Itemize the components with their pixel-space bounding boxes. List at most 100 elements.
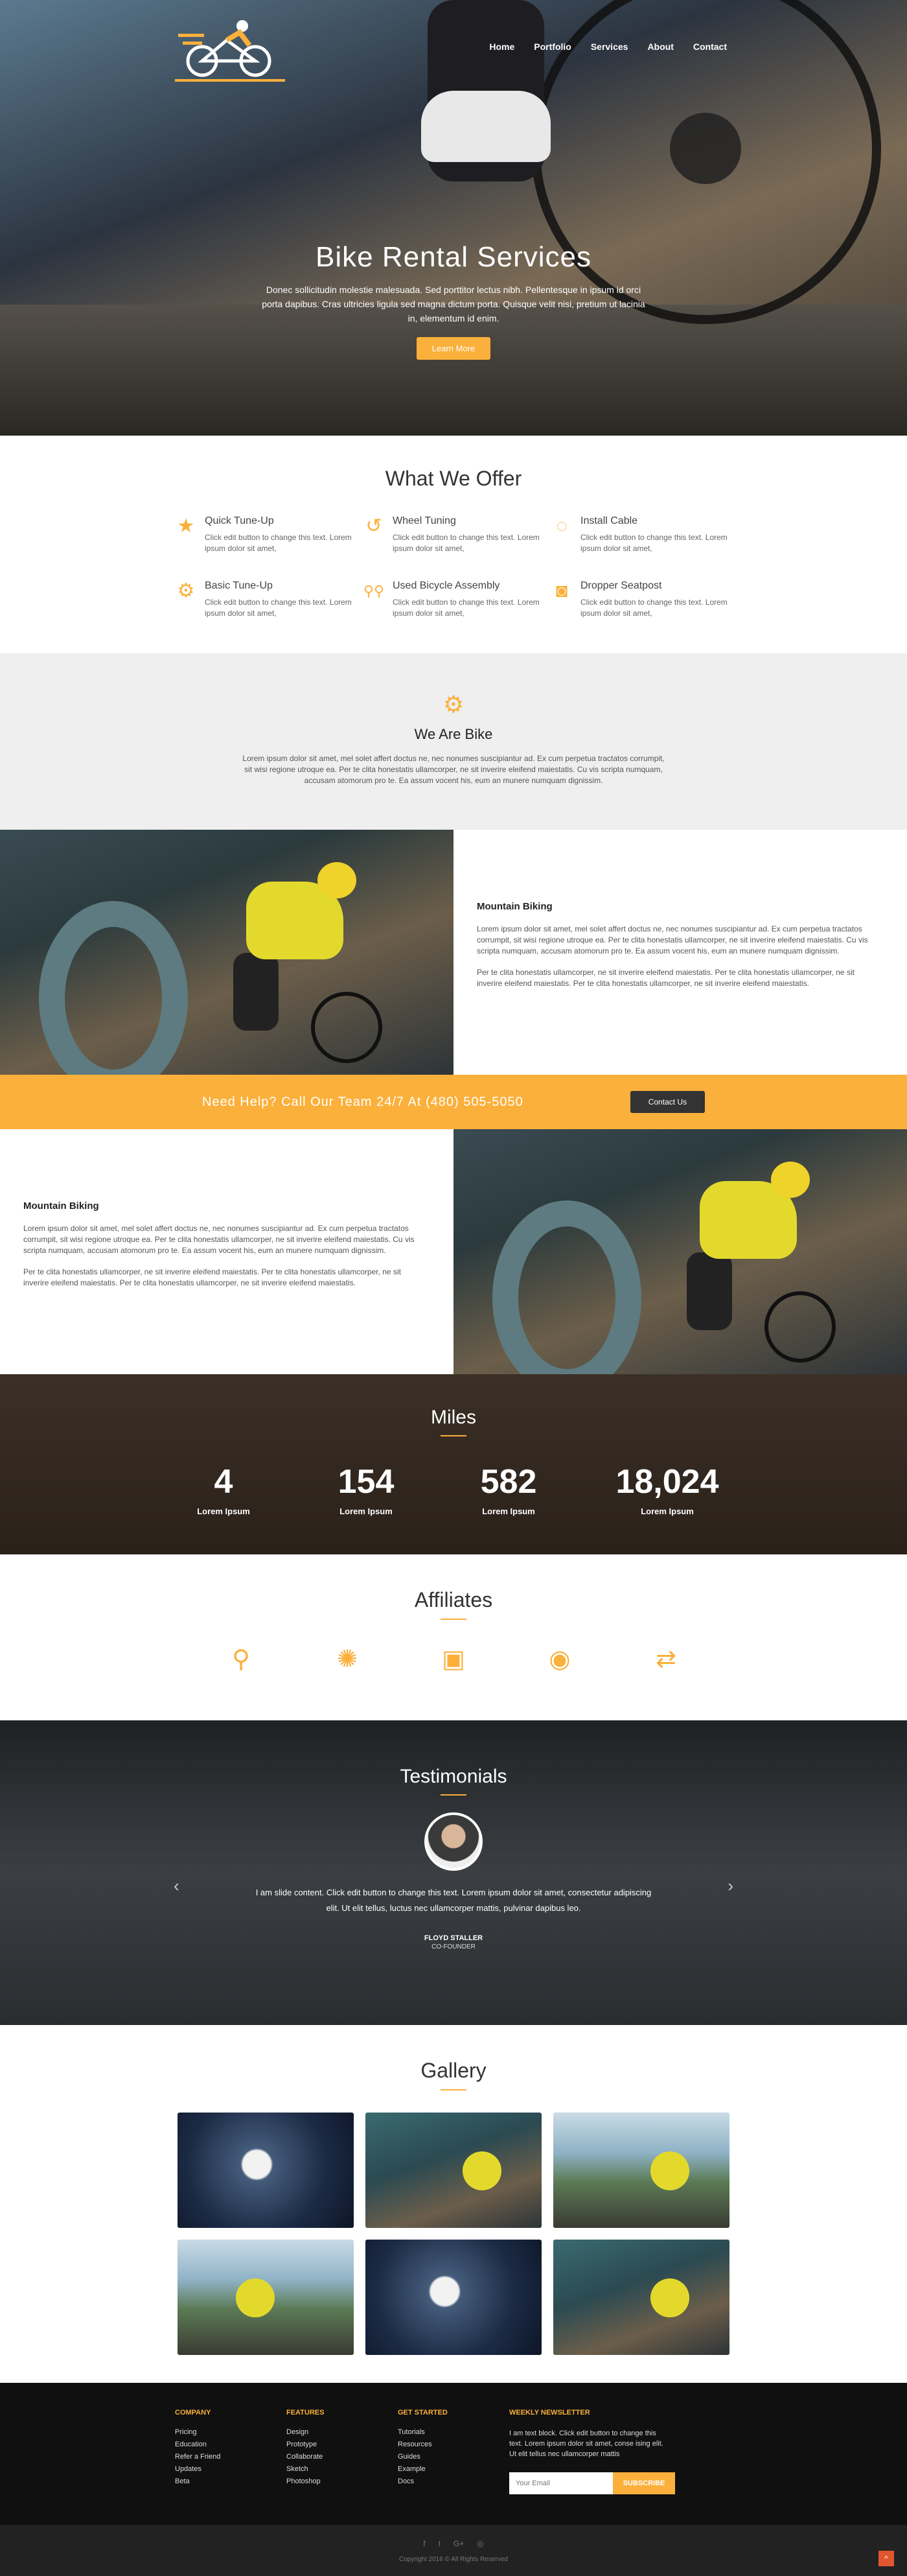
stat-item: 154 Lorem Ipsum bbox=[327, 1462, 405, 1516]
footer-columns: COMPANY Pricing Education Refer a Friend… bbox=[175, 2409, 732, 2494]
offer-item-title: Quick Tune-Up bbox=[205, 515, 274, 526]
gallery-image[interactable] bbox=[553, 2240, 729, 2355]
stat-label: Lorem Ipsum bbox=[482, 1506, 535, 1516]
footer-column-company: COMPANY Pricing Education Refer a Friend… bbox=[175, 2409, 286, 2494]
gallery-image[interactable] bbox=[178, 2240, 354, 2355]
signpost-icon[interactable]: ⇄ bbox=[645, 1645, 687, 1674]
prev-arrow-icon[interactable]: ‹ bbox=[174, 1876, 179, 1896]
affiliates-title: Affiliates bbox=[414, 1588, 493, 1611]
contact-us-button[interactable]: Contact Us bbox=[630, 1091, 706, 1113]
we-are-bike-text: Lorem ipsum dolor sit amet, mel solet af… bbox=[242, 754, 665, 785]
gallery-image[interactable] bbox=[365, 2240, 542, 2355]
rider-legs bbox=[233, 953, 279, 1031]
bicycle-icon[interactable]: ⚲ bbox=[220, 1645, 262, 1674]
nav-services[interactable]: Services bbox=[591, 41, 628, 52]
offer-grid: ★ Quick Tune-Up Click edit button to chan… bbox=[175, 515, 732, 619]
next-arrow-icon[interactable]: › bbox=[728, 1876, 733, 1896]
scroll-top-icon[interactable]: ^ bbox=[878, 2551, 894, 2566]
social-links: f t G+ ◎ bbox=[0, 2539, 907, 2548]
mountain-biking-text-1: Mountain Biking Lorem ipsum dolor sit am… bbox=[454, 830, 907, 1075]
footer-heading: WEEKLY NEWSLETTER bbox=[509, 2409, 590, 2417]
main-menu: Home Portfolio Services About Contact bbox=[489, 41, 727, 52]
nav-home[interactable]: Home bbox=[489, 41, 514, 52]
miles-title: Miles bbox=[430, 1407, 476, 1428]
split-paragraph: Per te clita honestatis ullamcorper, ne … bbox=[23, 1267, 401, 1287]
logo-cyclist-icon[interactable] bbox=[175, 14, 285, 86]
footer-link[interactable]: Tutorials bbox=[398, 2428, 509, 2436]
help-bar: Need Help? Call Our Team 24/7 At (480) 5… bbox=[0, 1075, 907, 1129]
nav-contact[interactable]: Contact bbox=[693, 41, 727, 52]
avatar bbox=[424, 1812, 483, 1871]
gallery-grid bbox=[178, 2113, 729, 2355]
we-are-bike-section: ⚙ We Are Bike Lorem ipsum dolor sit amet… bbox=[0, 653, 907, 830]
nav-about[interactable]: About bbox=[647, 41, 673, 52]
footer-link[interactable]: Example bbox=[398, 2465, 509, 2473]
affiliates-section: Affiliates ⚲ ✺ ▣ ◉ ⇄ bbox=[0, 1554, 907, 1720]
bicycle-icon: ⚲⚲ bbox=[363, 583, 385, 599]
sun-icon[interactable]: ✺ bbox=[327, 1645, 368, 1674]
google-plus-icon[interactable]: G+ bbox=[454, 2539, 464, 2548]
offer-item-text: Click edit button to change this text. L… bbox=[580, 598, 728, 618]
footer-heading: COMPANY bbox=[175, 2409, 211, 2417]
stat-item: 4 Lorem Ipsum bbox=[185, 1462, 262, 1516]
footer-link[interactable]: Design bbox=[286, 2428, 398, 2436]
footer-link[interactable]: Resources bbox=[398, 2441, 509, 2448]
road-curve bbox=[39, 901, 188, 1075]
mountain-biking-section-1: Mountain Biking Lorem ipsum dolor sit am… bbox=[0, 830, 907, 1075]
footer-link[interactable]: Refer a Friend bbox=[175, 2453, 286, 2461]
bike-wheel-front bbox=[764, 1291, 836, 1363]
newsletter: WEEKLY NEWSLETTER I am text block. Click… bbox=[509, 2409, 678, 2494]
gallery-image[interactable] bbox=[365, 2113, 542, 2228]
footer-link[interactable]: Photoshop bbox=[286, 2477, 398, 2485]
testimonial-name: FLOYD STALLER bbox=[424, 1934, 483, 1942]
stat-label: Lorem Ipsum bbox=[197, 1506, 250, 1516]
bottom-bar: f t G+ ◎ Copyright 2016 © All Rights Res… bbox=[0, 2525, 907, 2576]
footer-link[interactable]: Pricing bbox=[175, 2428, 286, 2436]
newsletter-text: I am text block. Click edit button to ch… bbox=[509, 2430, 663, 2458]
copyright: Copyright 2016 © All Rights Reserved bbox=[398, 2556, 508, 2563]
rider-jersey bbox=[650, 2278, 689, 2317]
testimonial-text: I am slide content. Click edit button to… bbox=[255, 1888, 652, 1913]
title-underline bbox=[441, 1619, 466, 1620]
road-curve bbox=[492, 1200, 641, 1374]
offer-item-wheel-tuning: ↺ Wheel Tuning Click edit button to chang… bbox=[363, 515, 551, 554]
split-title: Mountain Biking bbox=[23, 1200, 99, 1212]
footer-column-features: FEATURES Design Prototype Collaborate Sk… bbox=[286, 2409, 398, 2494]
star-icon: ★ bbox=[177, 515, 195, 537]
hero-shoe bbox=[421, 91, 551, 162]
nav-portfolio[interactable]: Portfolio bbox=[534, 41, 571, 52]
gallery-image[interactable] bbox=[553, 2113, 729, 2228]
footer-link[interactable]: Updates bbox=[175, 2465, 286, 2473]
footer-link[interactable]: Prototype bbox=[286, 2441, 398, 2448]
stat-item: 18,024 Lorem Ipsum bbox=[612, 1462, 722, 1516]
footer-link[interactable]: Collaborate bbox=[286, 2453, 398, 2461]
facebook-icon[interactable]: f bbox=[423, 2539, 425, 2548]
title-underline bbox=[441, 1435, 466, 1436]
beer-icon[interactable]: ▣ bbox=[433, 1645, 474, 1674]
stats-row: 4 Lorem Ipsum 154 Lorem Ipsum 582 Lorem Ips… bbox=[0, 1462, 907, 1516]
offer-item-basic-tune-up: ⚙ Basic Tune-Up Click edit button to chan… bbox=[175, 580, 363, 619]
twitter-icon[interactable]: t bbox=[439, 2539, 441, 2548]
email-field[interactable] bbox=[509, 2472, 613, 2494]
gear-icon: ⚙ bbox=[177, 580, 195, 602]
footer-link[interactable]: Beta bbox=[175, 2477, 286, 2485]
circle-notch-icon: ◌ bbox=[556, 515, 568, 537]
split-title: Mountain Biking bbox=[477, 901, 553, 912]
footer-link[interactable]: Education bbox=[175, 2441, 286, 2448]
rider-helmet bbox=[771, 1162, 810, 1198]
gallery-title: Gallery bbox=[420, 2059, 487, 2082]
gallery-image[interactable] bbox=[178, 2113, 354, 2228]
hero-description: Donec sollicitudin molestie malesuada. S… bbox=[262, 285, 645, 323]
footer-link[interactable]: Docs bbox=[398, 2477, 509, 2485]
rider-legs bbox=[687, 1252, 732, 1330]
offer-item-title: Used Bicycle Assembly bbox=[393, 580, 500, 591]
bike-wheel-front bbox=[311, 992, 382, 1063]
footer: COMPANY Pricing Education Refer a Friend… bbox=[0, 2383, 907, 2525]
learn-more-button[interactable]: Learn More bbox=[416, 337, 491, 360]
footer-link[interactable]: Sketch bbox=[286, 2465, 398, 2473]
instagram-icon[interactable]: ◎ bbox=[477, 2539, 483, 2548]
footer-link[interactable]: Guides bbox=[398, 2453, 509, 2461]
cyclist-icon[interactable]: ◉ bbox=[539, 1645, 580, 1674]
subscribe-button[interactable]: SUBSCRIBE bbox=[613, 2472, 675, 2494]
newsletter-form: SUBSCRIBE bbox=[509, 2472, 678, 2494]
